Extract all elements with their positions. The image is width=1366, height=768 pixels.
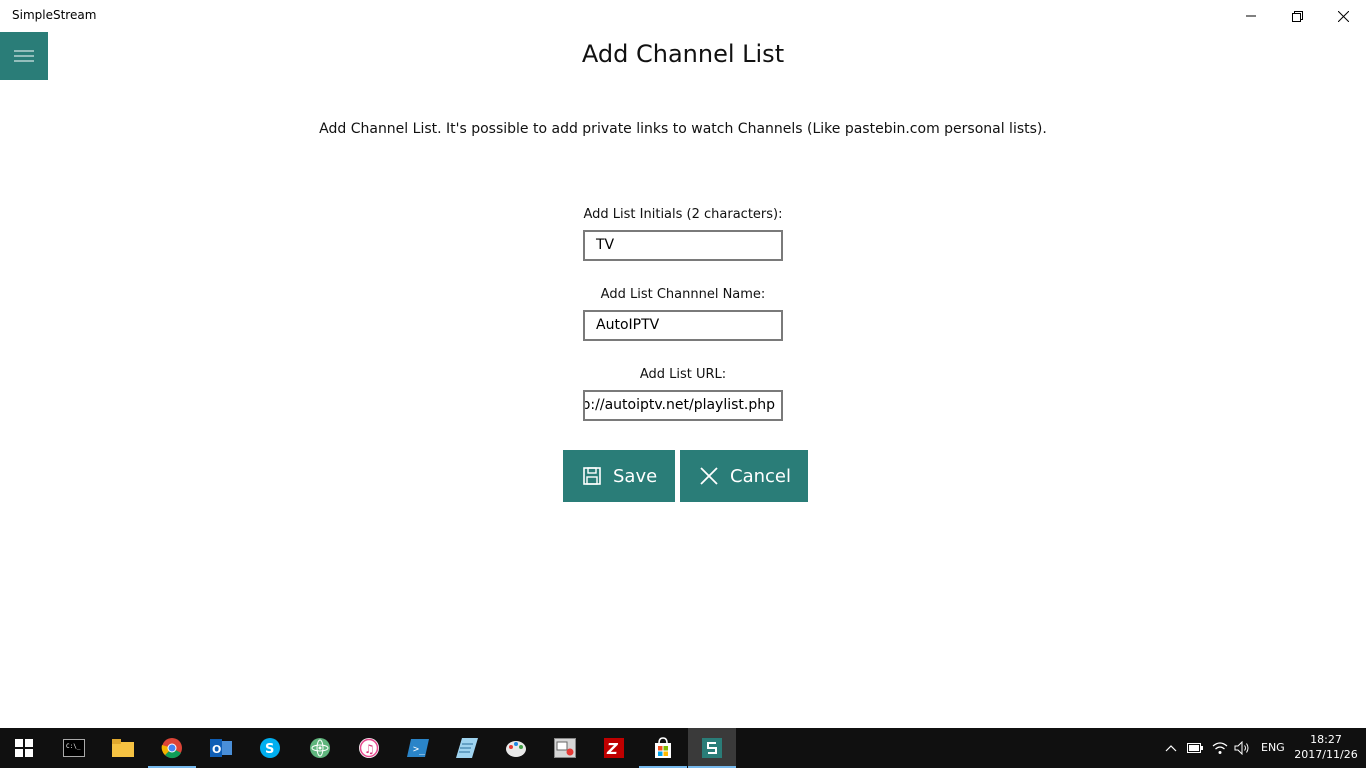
- url-value: http://autoiptv.net/playlist.php: [583, 397, 775, 413]
- clock-date: 2017/11/26: [1294, 748, 1358, 761]
- page-title: Add Channel List: [581, 40, 785, 68]
- save-label: Save: [613, 465, 658, 487]
- chrome-app[interactable]: [148, 728, 196, 768]
- clock[interactable]: 18:27 2017/11/26: [1294, 732, 1358, 762]
- taskbar: C:\_ O S ♫ >_ Z ENG 18:27 2017/11/26: [0, 728, 1366, 768]
- svg-text:S: S: [265, 742, 274, 757]
- initials-label: Add List Initials (2 characters):: [583, 207, 783, 222]
- minimize-button[interactable]: [1228, 0, 1274, 32]
- page-description: Add Channel List. It's possible to add p…: [319, 121, 1047, 137]
- restore-icon: [1291, 10, 1303, 22]
- cancel-icon: [700, 467, 718, 485]
- terminal-app[interactable]: C:\_: [50, 728, 98, 768]
- cancel-label: Cancel: [730, 465, 791, 487]
- volume-button[interactable]: [1231, 728, 1253, 768]
- store-app[interactable]: [639, 728, 687, 768]
- initials-value: TV: [596, 237, 615, 253]
- restore-button[interactable]: [1274, 0, 1320, 32]
- close-button[interactable]: [1320, 0, 1366, 32]
- start-button[interactable]: [0, 728, 48, 768]
- channel-name-label: Add List Channnel Name:: [600, 287, 766, 302]
- network-button[interactable]: [1208, 728, 1232, 768]
- itunes-app[interactable]: ♫: [345, 728, 393, 768]
- svg-text:♫: ♫: [364, 742, 375, 756]
- svg-text:O: O: [212, 743, 221, 756]
- chrome-icon: [161, 738, 182, 759]
- channel-name-input[interactable]: AutoIPTV: [583, 310, 783, 341]
- paint-app[interactable]: [492, 728, 540, 768]
- file-explorer-icon: [112, 739, 134, 757]
- show-hidden-icons-button[interactable]: [1160, 728, 1182, 768]
- powershell-icon: >_: [407, 739, 429, 757]
- atom-icon: [310, 738, 330, 758]
- notepad-icon: [456, 738, 478, 758]
- channel-name-value: AutoIPTV: [596, 317, 660, 333]
- skype-app[interactable]: S: [246, 728, 294, 768]
- terminal-icon: C:\_: [63, 739, 85, 757]
- notepad-app[interactable]: [443, 728, 491, 768]
- chevron-up-icon: [1165, 745, 1177, 752]
- powershell-app[interactable]: >_: [394, 728, 442, 768]
- save-button[interactable]: Save: [563, 450, 675, 502]
- save-icon: [583, 467, 601, 485]
- title-bar: SimpleStream: [0, 0, 1366, 32]
- close-icon: [1337, 10, 1349, 22]
- outlook-icon: O: [210, 739, 232, 757]
- skype-icon: S: [260, 738, 280, 758]
- battery-button[interactable]: [1183, 728, 1207, 768]
- clock-time: 18:27: [1310, 733, 1342, 746]
- atom-app[interactable]: [296, 728, 344, 768]
- svg-text:C:\_: C:\_: [66, 743, 81, 750]
- cancel-button[interactable]: Cancel: [680, 450, 808, 502]
- simplestream-app[interactable]: [688, 728, 736, 768]
- screen-capture-icon: [554, 738, 576, 758]
- paint-icon: [506, 741, 526, 757]
- svg-text:>_: >_: [413, 744, 426, 755]
- outlook-app[interactable]: O: [197, 728, 245, 768]
- app-title: SimpleStream: [12, 8, 97, 22]
- itunes-icon: ♫: [359, 738, 379, 758]
- store-icon: [655, 737, 671, 758]
- url-label: Add List URL:: [639, 367, 727, 382]
- file-explorer-app[interactable]: [99, 728, 147, 768]
- battery-icon: [1187, 743, 1203, 753]
- filezilla-app[interactable]: Z: [590, 728, 638, 768]
- windows-logo-icon: [15, 739, 33, 757]
- initials-input[interactable]: TV: [583, 230, 783, 261]
- url-input[interactable]: http://autoiptv.net/playlist.php: [583, 390, 783, 421]
- svg-text:Z: Z: [606, 740, 619, 758]
- wifi-icon: [1212, 742, 1228, 754]
- speaker-icon: [1234, 741, 1249, 755]
- simplestream-icon: [702, 738, 722, 758]
- input-language[interactable]: ENG: [1261, 741, 1285, 754]
- minimize-icon: [1246, 15, 1256, 17]
- filezilla-icon: Z: [604, 738, 624, 758]
- screen-capture-app[interactable]: [541, 728, 589, 768]
